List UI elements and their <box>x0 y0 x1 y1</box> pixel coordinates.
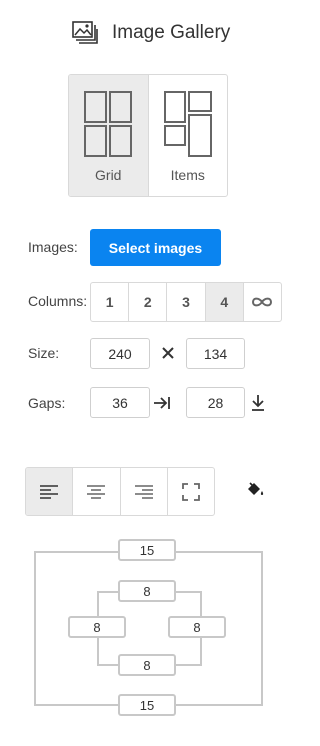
gaps-label: Gaps: <box>28 395 66 411</box>
alignment-selector <box>25 467 215 516</box>
margin-top-input[interactable] <box>118 539 176 561</box>
columns-selector: 1 2 3 4 <box>90 282 282 322</box>
padding-top-input[interactable] <box>118 580 176 602</box>
columns-label: Columns: <box>28 293 88 309</box>
gap-vertical-input[interactable] <box>186 387 245 418</box>
gap-horizontal-input[interactable] <box>90 387 150 418</box>
layout-selector: Grid Items <box>68 74 228 197</box>
layout-option-label: Grid <box>95 167 122 183</box>
arrow-down-to-line-icon <box>250 394 266 417</box>
column-option-1[interactable]: 1 <box>91 283 128 321</box>
page-title: Image Gallery <box>112 22 231 43</box>
padding-bottom-input[interactable] <box>118 654 176 676</box>
times-icon <box>161 346 175 365</box>
items-layout-icon <box>163 91 212 157</box>
align-center-icon[interactable] <box>72 468 119 515</box>
margin-bottom-input[interactable] <box>118 694 176 716</box>
size-height-input[interactable] <box>186 338 245 369</box>
align-left-icon[interactable] <box>26 468 73 515</box>
layout-option-grid[interactable]: Grid <box>69 75 148 196</box>
layout-option-items[interactable]: Items <box>147 75 228 196</box>
select-images-button[interactable]: Select images <box>90 229 221 266</box>
grid-layout-icon <box>84 91 132 157</box>
column-option-4[interactable]: 4 <box>204 283 243 321</box>
arrow-right-to-line-icon <box>153 395 171 416</box>
size-width-input[interactable] <box>90 338 150 369</box>
padding-right-input[interactable] <box>168 616 226 638</box>
column-option-3[interactable]: 3 <box>166 283 204 321</box>
column-option-2[interactable]: 2 <box>128 283 166 321</box>
gallery-icon <box>72 21 98 45</box>
padding-left-input[interactable] <box>68 616 126 638</box>
paint-bucket-icon[interactable] <box>245 481 265 504</box>
fullscreen-icon[interactable] <box>166 468 214 515</box>
images-label: Images: <box>28 239 78 255</box>
size-label: Size: <box>28 345 60 361</box>
align-right-icon[interactable] <box>119 468 167 515</box>
layout-option-label: Items <box>170 167 205 183</box>
infinity-icon[interactable] <box>242 283 281 321</box>
